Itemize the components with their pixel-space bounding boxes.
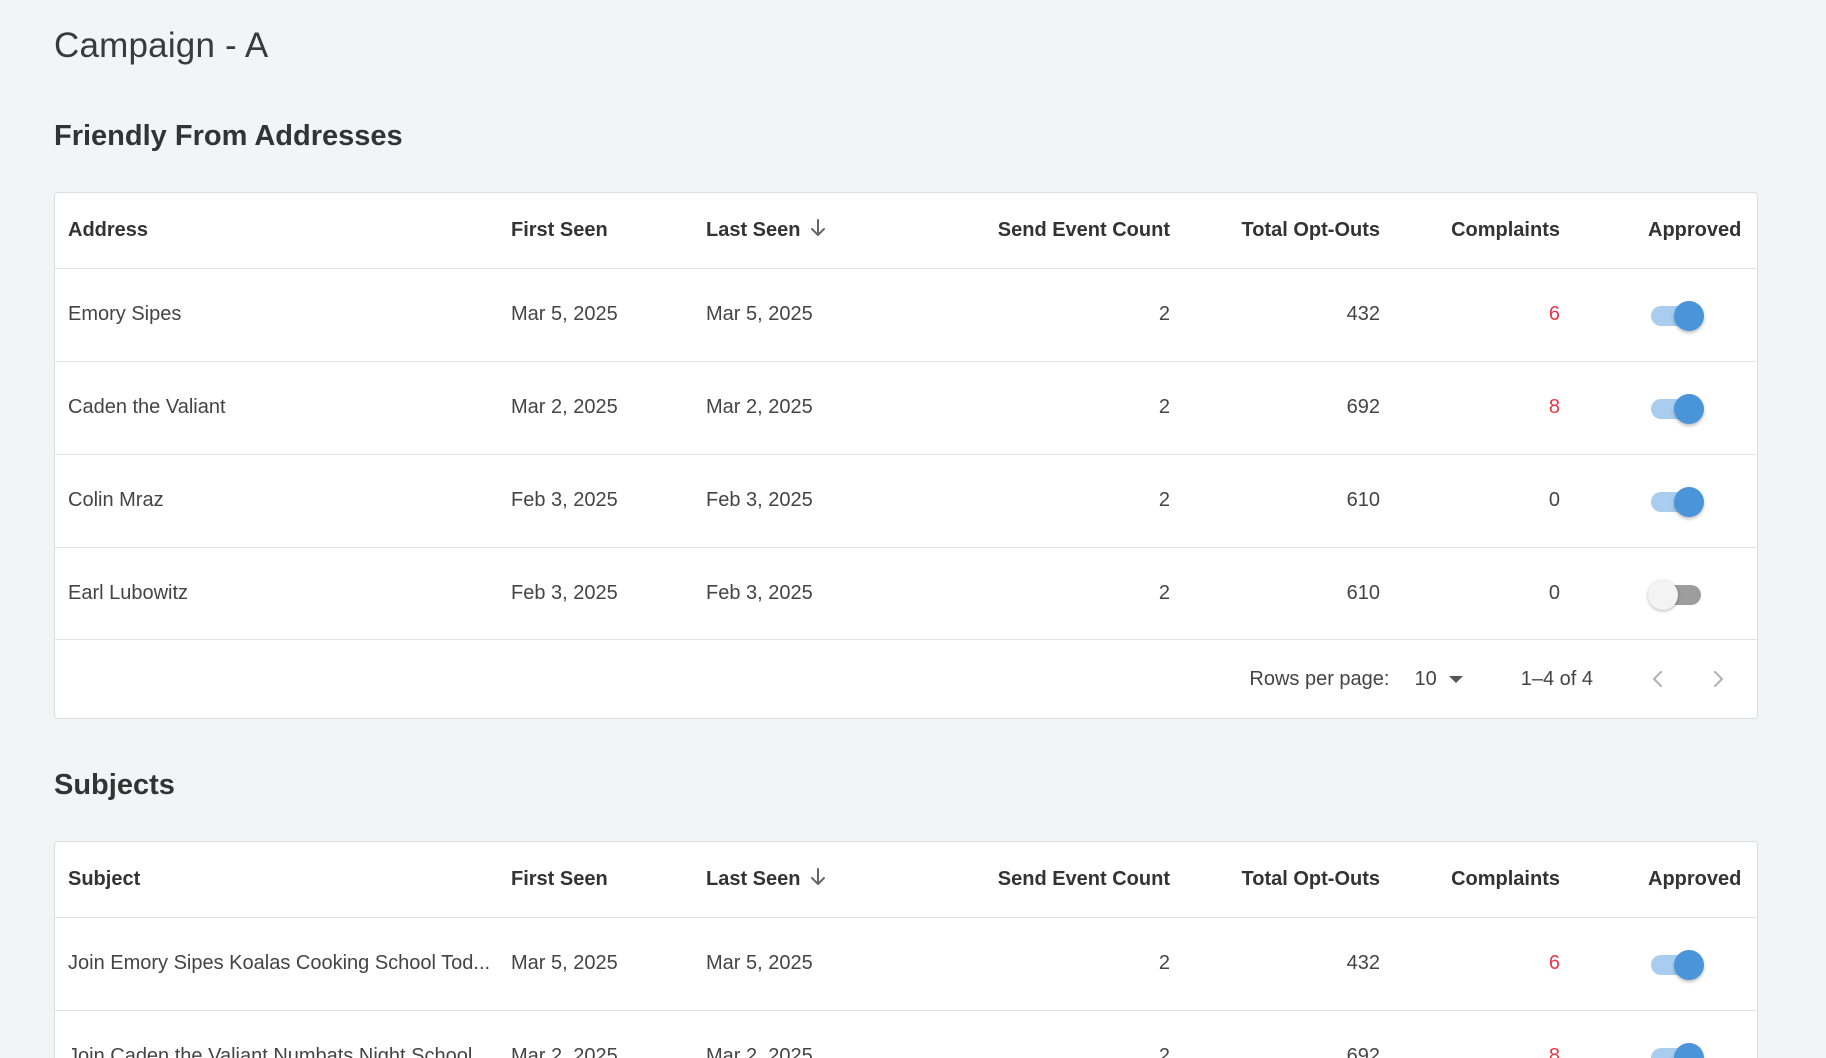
first-seen-cell: Mar 5, 2025: [511, 303, 618, 325]
column-header-send-event-count[interactable]: Send Event Count: [901, 193, 1170, 268]
first-seen-cell: Feb 3, 2025: [511, 489, 618, 511]
approved-toggle[interactable]: [1648, 485, 1704, 517]
next-page-button[interactable]: [1703, 664, 1733, 694]
complaints-cell: 6: [1548, 952, 1560, 974]
chevron-right-icon: [1713, 670, 1724, 688]
approved-toggle[interactable]: [1648, 392, 1704, 424]
address-cell: Emory Sipes: [68, 303, 182, 325]
column-header-complaints[interactable]: Complaints: [1380, 842, 1560, 917]
arrow-down-icon[interactable]: [810, 867, 826, 887]
total-opt-outs-cell: 610: [1346, 489, 1380, 511]
addresses-table: Address First Seen Last Seen Send Event …: [55, 193, 1757, 640]
approved-toggle[interactable]: [1648, 1041, 1704, 1058]
approved-toggle[interactable]: [1648, 578, 1704, 610]
table-row: Join Caden the Valiant Numbats Night Sch…: [55, 1010, 1757, 1058]
approved-cell: [1560, 268, 1757, 361]
table-row: Emory Sipes Mar 5, 2025 Mar 5, 2025 2 43…: [55, 268, 1757, 361]
rows-per-page-value: 10: [1414, 667, 1437, 690]
approved-toggle[interactable]: [1648, 299, 1704, 331]
complaints-cell: 6: [1548, 303, 1560, 325]
complaints-cell: 0: [1548, 582, 1560, 605]
address-cell: Colin Mraz: [68, 489, 164, 511]
total-opt-outs-cell: 692: [1346, 396, 1380, 418]
toggle-knob: [1674, 300, 1704, 331]
total-opt-outs-cell: 692: [1346, 1045, 1380, 1058]
column-header-complaints[interactable]: Complaints: [1380, 193, 1560, 268]
page-title: Campaign - A: [54, 26, 269, 65]
column-header-send-event-count[interactable]: Send Event Count: [901, 842, 1170, 917]
column-header-address[interactable]: Address: [55, 193, 511, 268]
table-row: Earl Lubowitz Feb 3, 2025 Feb 3, 2025 2 …: [55, 547, 1757, 640]
last-seen-cell: Mar 2, 2025: [706, 1045, 813, 1058]
toggle-knob: [1674, 949, 1704, 980]
complaints-cell: 8: [1548, 1045, 1560, 1058]
approved-toggle[interactable]: [1648, 948, 1704, 980]
send-event-count-cell: 2: [1158, 396, 1170, 418]
rows-per-page-label: Rows per page:: [1249, 667, 1390, 690]
first-seen-cell: Mar 2, 2025: [511, 396, 618, 418]
column-header-last-seen-label: Last Seen: [706, 867, 801, 890]
column-header-last-seen[interactable]: Last Seen: [706, 193, 901, 268]
approved-cell: [1560, 547, 1757, 640]
toggle-knob: [1648, 579, 1678, 610]
pagination: Rows per page: 10 1–4 of 4: [55, 639, 1757, 718]
previous-page-button[interactable]: [1643, 664, 1673, 694]
column-header-subject[interactable]: Subject: [55, 842, 511, 917]
subjects-section-title: Subjects: [54, 769, 175, 801]
last-seen-cell: Mar 5, 2025: [706, 952, 813, 974]
approved-cell: [1560, 454, 1757, 547]
send-event-count-cell: 2: [1158, 489, 1170, 511]
pagination-range: 1–4 of 4: [1520, 667, 1593, 690]
total-opt-outs-cell: 432: [1346, 303, 1380, 325]
column-header-last-seen-label: Last Seen: [706, 218, 801, 241]
last-seen-cell: Feb 3, 2025: [706, 489, 813, 511]
column-header-first-seen[interactable]: First Seen: [511, 193, 706, 268]
arrow-down-icon[interactable]: [810, 218, 826, 238]
first-seen-cell: Feb 3, 2025: [511, 582, 618, 605]
chevron-left-icon: [1652, 670, 1663, 688]
subjects-table: Subject First Seen Last Seen Send Event …: [55, 842, 1757, 1058]
last-seen-cell: Feb 3, 2025: [706, 582, 813, 605]
toggle-knob: [1674, 393, 1704, 424]
send-event-count-cell: 2: [1158, 1045, 1170, 1058]
table-header-row: Address First Seen Last Seen Send Event …: [55, 193, 1757, 268]
column-header-first-seen[interactable]: First Seen: [511, 842, 706, 917]
table-row: Colin Mraz Feb 3, 2025 Feb 3, 2025 2 610…: [55, 454, 1757, 547]
total-opt-outs-cell: 432: [1346, 952, 1380, 974]
total-opt-outs-cell: 610: [1346, 582, 1380, 605]
column-header-total-opt-outs[interactable]: Total Opt-Outs: [1170, 193, 1381, 268]
column-header-last-seen[interactable]: Last Seen: [706, 842, 901, 917]
toggle-knob: [1674, 486, 1704, 517]
first-seen-cell: Mar 5, 2025: [511, 952, 618, 974]
last-seen-cell: Mar 2, 2025: [706, 396, 813, 418]
approved-cell: [1560, 1010, 1757, 1058]
toggle-knob: [1674, 1042, 1704, 1058]
first-seen-cell: Mar 2, 2025: [511, 1045, 618, 1058]
addresses-table-card: Address First Seen Last Seen Send Event …: [54, 192, 1758, 719]
addresses-section-title: Friendly From Addresses: [54, 120, 403, 152]
approved-cell: [1560, 361, 1757, 454]
send-event-count-cell: 2: [1158, 952, 1170, 974]
subjects-table-card: Subject First Seen Last Seen Send Event …: [54, 841, 1758, 1058]
column-header-approved[interactable]: Approved: [1560, 193, 1757, 268]
complaints-cell: 8: [1548, 396, 1560, 418]
address-cell: Caden the Valiant: [68, 396, 226, 418]
approved-cell: [1560, 917, 1757, 1010]
table-row: Caden the Valiant Mar 2, 2025 Mar 2, 202…: [55, 361, 1757, 454]
table-row: Join Emory Sipes Koalas Cooking School T…: [55, 917, 1757, 1010]
subject-cell: Join Emory Sipes Koalas Cooking School T…: [68, 952, 491, 974]
send-event-count-cell: 2: [1158, 303, 1170, 325]
address-cell: Earl Lubowitz: [68, 582, 189, 605]
send-event-count-cell: 2: [1158, 582, 1170, 605]
complaints-cell: 0: [1548, 489, 1560, 511]
subject-cell: Join Caden the Valiant Numbats Night Sch…: [68, 1045, 473, 1058]
column-header-approved[interactable]: Approved: [1560, 842, 1757, 917]
rows-per-page-select[interactable]: 10: [1414, 667, 1463, 691]
table-header-row: Subject First Seen Last Seen Send Event …: [55, 842, 1757, 917]
last-seen-cell: Mar 5, 2025: [706, 303, 813, 325]
caret-down-icon: [1448, 675, 1463, 683]
column-header-total-opt-outs[interactable]: Total Opt-Outs: [1170, 842, 1381, 917]
